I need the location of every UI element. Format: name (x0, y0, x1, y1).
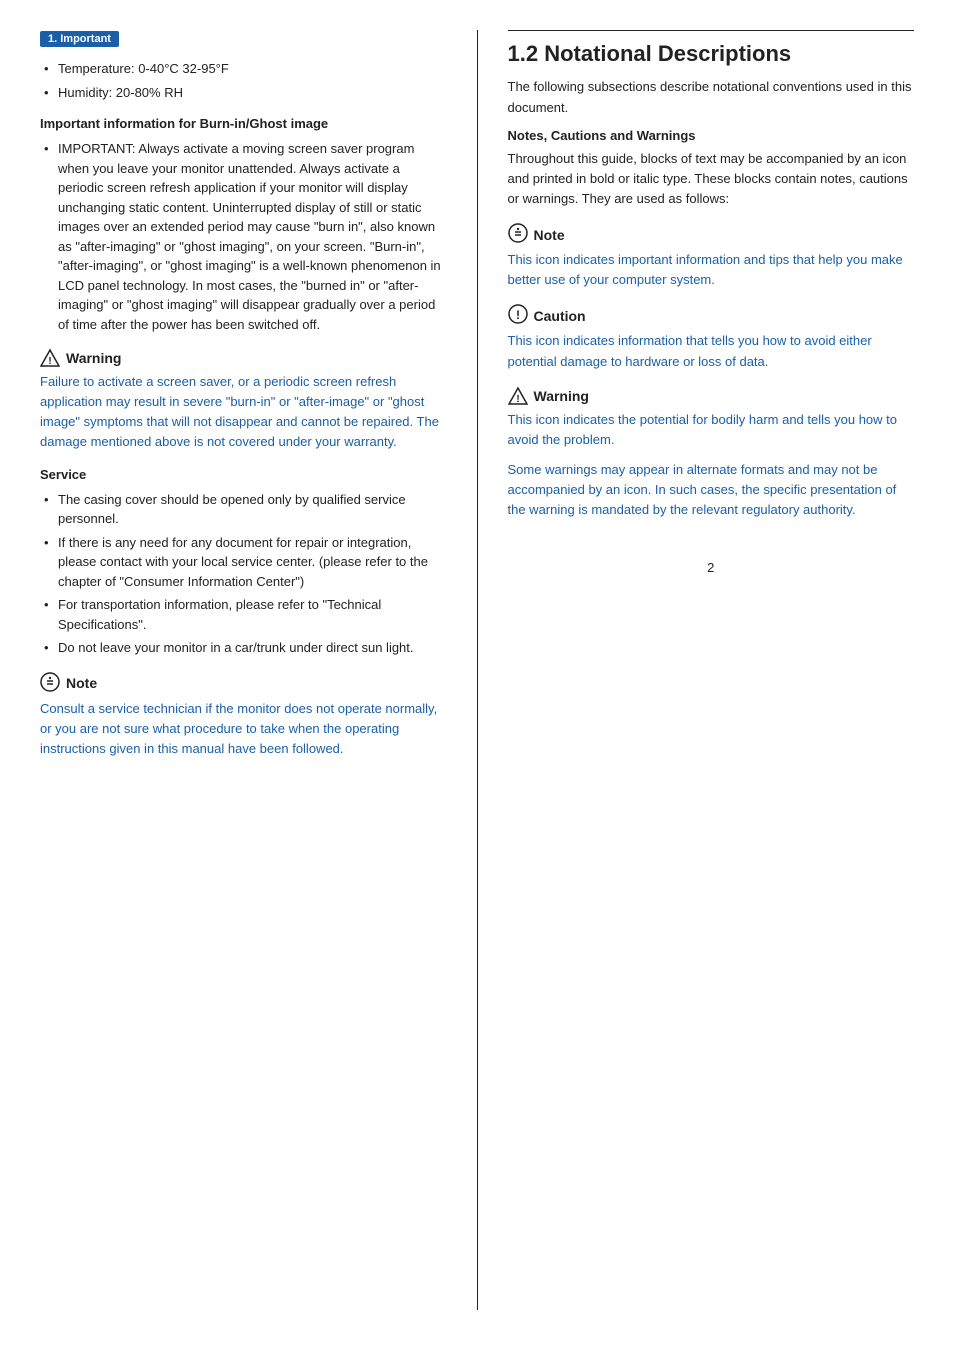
section-intro: The following subsections describe notat… (508, 77, 915, 117)
note-right-body: This icon indicates important informatio… (508, 250, 915, 290)
notes-intro: Throughout this guide, blocks of text ma… (508, 149, 915, 209)
service-bullets: The casing cover should be opened only b… (40, 490, 447, 658)
note-right-title: Note (508, 223, 915, 246)
note-box-right: Note This icon indicates important infor… (508, 223, 915, 290)
service-bullet-1: The casing cover should be opened only b… (40, 490, 447, 529)
service-bullet-3: For transportation information, please r… (40, 595, 447, 634)
svg-text:!: ! (516, 394, 519, 405)
caution-right-icon: ! (508, 304, 528, 327)
warning1-body: Failure to activate a screen saver, or a… (40, 372, 447, 453)
warning-right-body2: Some warnings may appear in alternate fo… (508, 460, 915, 520)
burn-text: IMPORTANT: Always activate a moving scre… (40, 139, 447, 334)
top-bullets: Temperature: 0-40°C 32-95°F Humidity: 20… (40, 59, 447, 102)
warning-box-1: ! Warning Failure to activate a screen s… (40, 348, 447, 453)
warning-right-triangle-icon: ! (508, 386, 528, 406)
tab-label: 1. Important (40, 31, 119, 47)
page-number: 2 (508, 560, 915, 575)
note1-title: Note (40, 672, 447, 695)
caution-right-body: This icon indicates information that tel… (508, 331, 915, 371)
top-divider (508, 30, 915, 31)
humidity-bullet: Humidity: 20-80% RH (40, 83, 447, 103)
burn-bullet-list: IMPORTANT: Always activate a moving scre… (40, 139, 447, 334)
right-column: 1.2 Notational Descriptions The followin… (477, 30, 915, 1310)
service-bullet-4: Do not leave your monitor in a car/trunk… (40, 638, 447, 658)
note-right-icon (508, 223, 528, 246)
warning-right-body1: This icon indicates the potential for bo… (508, 410, 915, 450)
section-title: 1.2 Notational Descriptions (508, 41, 915, 67)
svg-text:!: ! (516, 308, 520, 322)
service-heading: Service (40, 467, 447, 482)
svg-text:!: ! (48, 356, 51, 367)
note-box-1: Note Consult a service technician if the… (40, 672, 447, 759)
caution-box-right: ! Caution This icon indicates informatio… (508, 304, 915, 371)
caution-right-title: ! Caution (508, 304, 915, 327)
warning-right-title: ! Warning (508, 386, 915, 406)
note1-icon (40, 672, 60, 695)
left-column: 1. Important Temperature: 0-40°C 32-95°F… (40, 30, 447, 1310)
warning1-title: ! Warning (40, 348, 447, 368)
service-bullet-2: If there is any need for any document fo… (40, 533, 447, 592)
notes-cautions-heading: Notes, Cautions and Warnings (508, 128, 915, 143)
warning1-triangle-icon: ! (40, 348, 60, 368)
warning-box-right: ! Warning This icon indicates the potent… (508, 386, 915, 521)
burn-heading: Important information for Burn-in/Ghost … (40, 116, 447, 131)
note1-body: Consult a service technician if the moni… (40, 699, 447, 759)
temp-bullet: Temperature: 0-40°C 32-95°F (40, 59, 447, 79)
